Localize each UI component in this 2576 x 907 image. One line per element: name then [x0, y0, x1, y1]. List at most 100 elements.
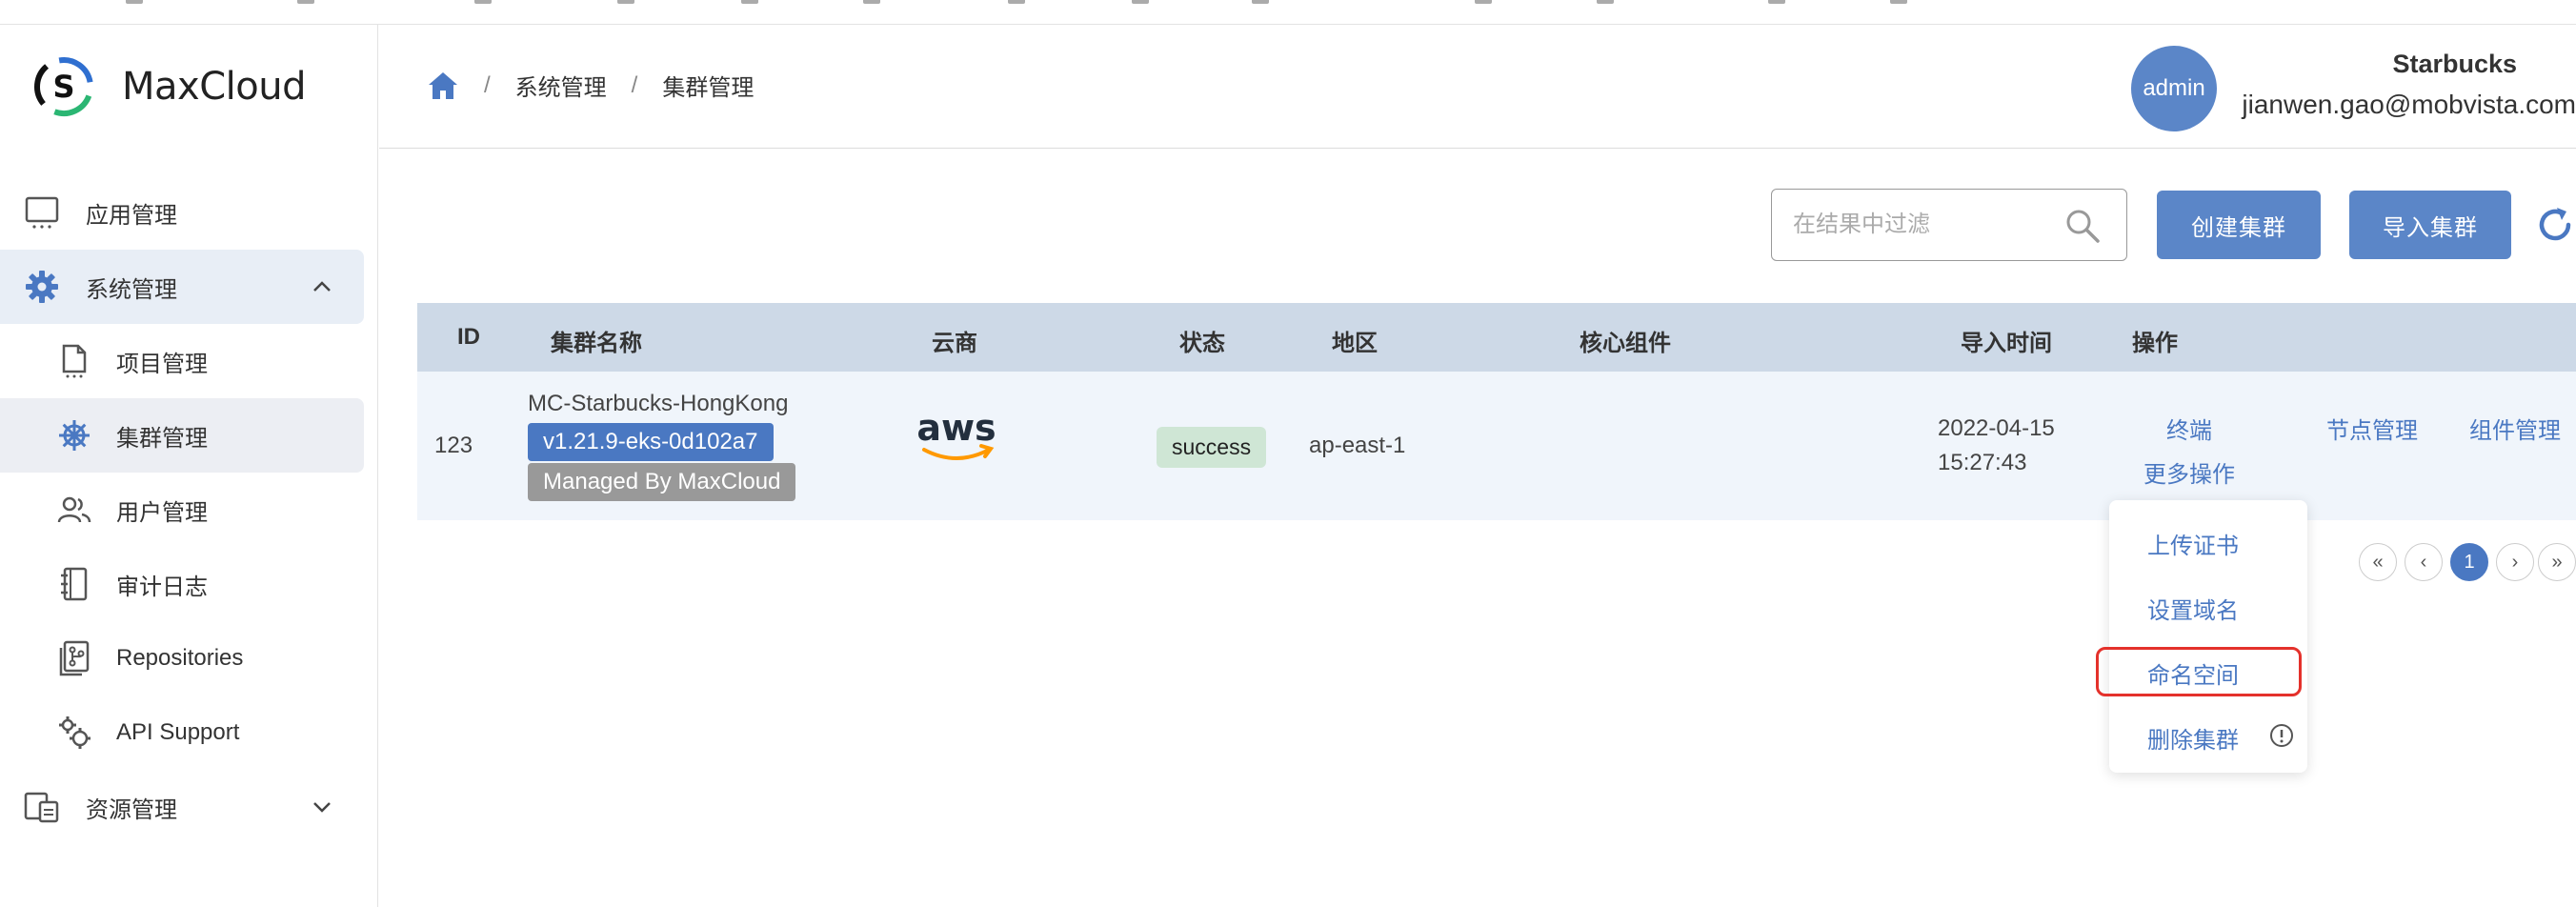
monitor-icon — [23, 193, 61, 232]
cluster-id: 123 — [434, 433, 473, 458]
column-header-region: 地区 — [1332, 331, 1378, 356]
sidebar-item-user-management[interactable]: 用户管理 — [0, 473, 364, 547]
sidebar-item-label: 用户管理 — [116, 499, 208, 526]
top-header: / 系统管理 / 集群管理 admin Starbucks jianwen.ga… — [379, 25, 2576, 149]
sidebar-item-repositories[interactable]: Repositories — [0, 621, 364, 695]
column-header-status: 状态 — [1179, 331, 1225, 356]
sidebar-item-label: 项目管理 — [116, 351, 208, 377]
region: ap-east-1 — [1309, 433, 1406, 458]
sidebar-item-label: API Support — [116, 719, 240, 745]
pagination-prev[interactable]: ‹ — [2405, 543, 2443, 581]
pagination-first[interactable]: « — [2359, 543, 2397, 581]
pagination-last[interactable]: » — [2538, 543, 2576, 581]
sidebar-item-label: 审计日志 — [116, 574, 208, 600]
avatar[interactable]: admin — [2131, 46, 2217, 131]
repo-icon — [55, 639, 93, 677]
search-icon[interactable] — [2063, 207, 2102, 245]
managed-tag-label: Managed By MaxCloud — [528, 463, 796, 501]
svg-text:S: S — [52, 69, 74, 105]
component-management-link[interactable]: 组件管理 — [2469, 412, 2561, 445]
sidebar-item-system-management[interactable]: 系统管理 — [0, 250, 364, 324]
breadcrumb-cluster-management: 集群管理 — [662, 75, 755, 101]
logo[interactable]: S MaxCloud — [32, 55, 306, 118]
bookmark-fragment — [617, 0, 634, 4]
managed-tag: Managed By MaxCloud — [528, 463, 796, 501]
version-tag: v1.21.9-eks-0d102a7 — [528, 423, 774, 461]
gears-icon — [55, 714, 93, 752]
breadcrumb-system-management[interactable]: 系统管理 — [515, 69, 607, 102]
sidebar-item-project-management[interactable]: 项目管理 — [0, 324, 364, 398]
app-name: MaxCloud — [122, 65, 306, 109]
gear-icon — [23, 268, 61, 306]
column-header-name: 集群名称 — [551, 331, 642, 356]
helm-icon — [55, 416, 93, 454]
user-info[interactable]: admin Starbucks jianwen.gao@mobvista.com — [2131, 44, 2576, 139]
sidebar-item-label: 应用管理 — [86, 202, 177, 229]
import-date: 2022-04-15 — [1938, 415, 2055, 441]
bookmark-fragment — [741, 0, 758, 4]
sidebar-item-label: 系统管理 — [86, 276, 177, 303]
bookmark-fragment — [1890, 0, 1907, 4]
bookmark-fragment — [1252, 0, 1269, 4]
menu-item-delete-cluster[interactable]: 删除集群 — [2147, 721, 2239, 755]
sidebar-item-label: 集群管理 — [116, 425, 208, 452]
table-header: ID 集群名称 云商 状态 地区 核心组件 导入时间 操作 — [417, 303, 2576, 372]
sidebar-item-app-management[interactable]: 应用管理 — [0, 175, 364, 250]
search-input[interactable] — [1793, 209, 2069, 241]
sidebar: S MaxCloud 应用管理 系统管理 项目管理 集群管理 用户管理 审计日志… — [0, 25, 378, 907]
chevron-up-icon[interactable] — [309, 273, 335, 300]
refresh-icon[interactable] — [2534, 204, 2576, 246]
bookmark-fragment — [863, 0, 880, 4]
more-actions-link[interactable]: 更多操作 — [2143, 455, 2235, 489]
status-badge: success — [1157, 427, 1267, 468]
notebook-icon — [55, 565, 93, 603]
aws-logo: aws — [916, 407, 996, 477]
pagination-page[interactable]: 1 — [2450, 543, 2488, 581]
sidebar-item-audit-log[interactable]: 审计日志 — [0, 547, 364, 621]
table-row: 123 MC-Starbucks-HongKong v1.21.9-eks-0d… — [417, 372, 2576, 520]
pagination-next[interactable]: › — [2496, 543, 2534, 581]
column-header-actions: 操作 — [2132, 331, 2178, 356]
bookmark-fragment — [1475, 0, 1492, 4]
sidebar-item-resource-management[interactable]: 资源管理 — [0, 770, 364, 844]
sidebar-item-cluster-management[interactable]: 集群管理 — [0, 398, 364, 473]
column-header-id: ID — [457, 324, 480, 350]
column-header-cloud: 云商 — [932, 331, 977, 356]
bookmark-fragment — [474, 0, 492, 4]
column-header-import-time: 导入时间 — [1961, 331, 2052, 356]
chevron-down-icon[interactable] — [309, 794, 335, 820]
bookmark-fragment — [1597, 0, 1614, 4]
info-icon[interactable] — [2269, 723, 2294, 748]
maxcloud-logo-icon: S — [34, 57, 93, 116]
sidebar-item-api-support[interactable]: API Support — [0, 695, 364, 770]
import-time: 15:27:43 — [1938, 450, 2027, 475]
column-header-core: 核心组件 — [1580, 331, 1671, 356]
create-cluster-button[interactable]: 创建集群 — [2157, 191, 2321, 259]
node-management-link[interactable]: 节点管理 — [2326, 412, 2418, 445]
cluster-name[interactable]: MC-Starbucks-HongKong — [528, 391, 788, 417]
home-icon[interactable] — [427, 71, 459, 101]
cloud-provider-name: aws — [916, 410, 996, 449]
aws-logo-icon: aws — [916, 407, 996, 460]
breadcrumb: / 系统管理 / 集群管理 — [427, 69, 754, 102]
bookmark-fragment — [1132, 0, 1149, 4]
bookmark-fragment — [297, 0, 314, 4]
breadcrumb-separator: / — [631, 71, 638, 98]
bookmark-fragment — [126, 0, 143, 4]
sidebar-item-label: Repositories — [116, 645, 244, 671]
import-cluster-button[interactable]: 导入集群 — [2349, 191, 2511, 259]
more-actions-menu: 上传证书 设置域名 命名空间 删除集群 — [2096, 500, 2307, 773]
breadcrumb-separator: / — [484, 71, 491, 98]
version-tag-label: v1.21.9-eks-0d102a7 — [528, 423, 774, 461]
resources-icon — [23, 788, 61, 826]
menu-item-namespace[interactable]: 命名空间 — [2147, 656, 2239, 690]
document-icon — [55, 342, 93, 380]
sidebar-item-label: 资源管理 — [86, 796, 177, 823]
user-org: Starbucks — [2392, 50, 2517, 78]
menu-item-upload-certificate[interactable]: 上传证书 — [2147, 527, 2239, 560]
menu-item-set-domain[interactable]: 设置域名 — [2147, 592, 2239, 625]
bookmark-fragment — [1008, 0, 1025, 4]
search-box[interactable] — [1771, 189, 2127, 261]
terminal-link[interactable]: 终端 — [2166, 412, 2212, 445]
users-icon — [55, 491, 93, 529]
